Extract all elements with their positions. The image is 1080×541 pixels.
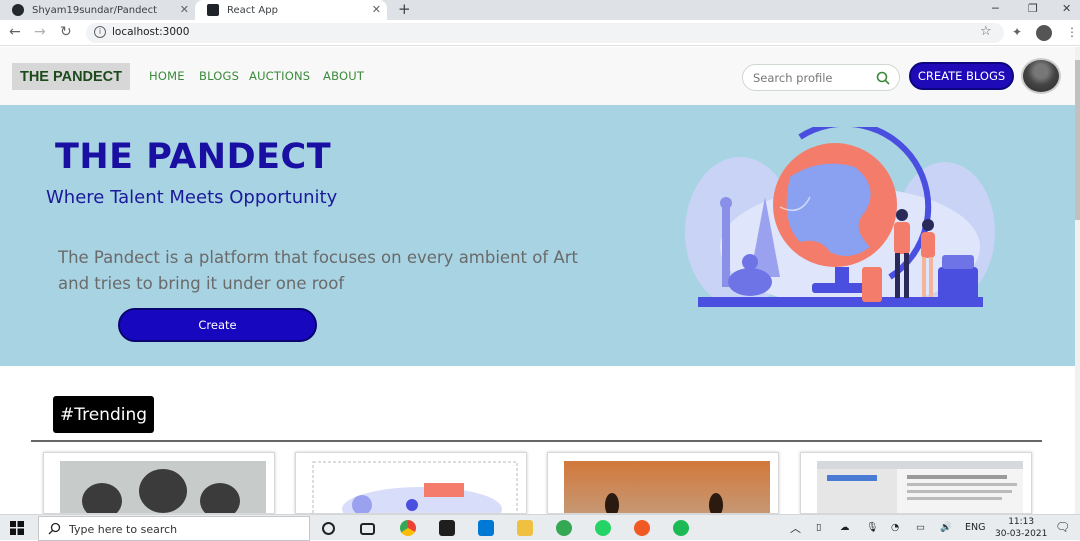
forward-icon[interactable]: →: [34, 24, 46, 40]
profile-search-input[interactable]: Search profile: [742, 64, 900, 91]
create-button[interactable]: Create: [118, 308, 317, 342]
nav-home[interactable]: HOME: [149, 69, 185, 83]
close-icon[interactable]: ✕: [372, 3, 381, 16]
notification-icon[interactable]: 🗨: [1055, 520, 1070, 534]
onedrive-icon[interactable]: ☁: [840, 522, 850, 533]
card-image: [564, 461, 770, 513]
close-icon[interactable]: ✕: [180, 3, 189, 16]
react-icon: [207, 4, 219, 16]
globe-travel-illustration: [685, 127, 995, 307]
bookmark-star-icon[interactable]: ☆: [980, 24, 992, 40]
wifi-icon[interactable]: ◔: [891, 522, 899, 533]
card-image: [312, 461, 518, 513]
nav-blogs[interactable]: BLOGS: [199, 69, 239, 83]
trending-card[interactable]: [43, 452, 275, 514]
file-explorer-icon[interactable]: [517, 520, 533, 536]
app-navbar: THE PANDECT HOME BLOGS AUCTIONS ABOUT Se…: [0, 47, 1075, 105]
address-bar[interactable]: i localhost:3000: [86, 23, 1004, 43]
window-close-icon[interactable]: ✕: [1062, 2, 1071, 15]
search-icon: [48, 522, 61, 535]
taskbar-search-placeholder: Type here to search: [69, 523, 178, 536]
trending-divider: [31, 440, 1042, 442]
hero-subtitle: Where Talent Meets Opportunity: [46, 187, 338, 208]
profile-avatar[interactable]: [1036, 25, 1052, 41]
user-avatar[interactable]: [1021, 58, 1061, 94]
menu-icon[interactable]: ⋮: [1066, 24, 1078, 40]
vscode-icon[interactable]: [478, 520, 494, 536]
nav-auctions[interactable]: AUCTIONS: [249, 69, 310, 83]
hero-description: The Pandect is a platform that focuses o…: [58, 248, 578, 293]
whatsapp-icon[interactable]: [595, 520, 611, 536]
trending-heading: #Trending: [53, 396, 154, 433]
tab-title: React App: [227, 4, 278, 16]
terminal-icon[interactable]: [439, 520, 455, 536]
card-image: [817, 461, 1023, 513]
trending-card[interactable]: [295, 452, 527, 514]
clock-date: 30-03-2021: [995, 529, 1048, 539]
task-view-icon[interactable]: [360, 523, 375, 535]
trending-card[interactable]: [547, 452, 779, 514]
nav-about[interactable]: ABOUT: [323, 69, 364, 83]
extensions-icon[interactable]: ✦: [1012, 24, 1022, 40]
info-icon[interactable]: i: [94, 26, 106, 38]
create-blogs-button[interactable]: CREATE BLOGS: [909, 62, 1014, 90]
maps-icon[interactable]: [556, 520, 572, 536]
back-icon[interactable]: ←: [9, 24, 21, 40]
windows-start-icon[interactable]: [10, 521, 24, 535]
github-icon: [12, 4, 24, 16]
trending-card[interactable]: [800, 452, 1032, 514]
tab-github[interactable]: Shyam19sundar/Pandect ✕: [0, 0, 195, 20]
postman-icon[interactable]: [634, 520, 650, 536]
language-indicator[interactable]: ENG: [965, 522, 985, 533]
microphone-icon[interactable]: 🎙: [866, 522, 878, 533]
clock-time: 11:13: [1008, 517, 1035, 527]
tab-react-app[interactable]: React App ✕: [195, 0, 387, 20]
chrome-icon[interactable]: [400, 520, 416, 536]
windows-taskbar: Type here to search ︿ ▯ ☁ 🎙 ◔ ▭ 🔊 ENG 11…: [0, 514, 1080, 541]
browser-toolbar: ← → ↻ i localhost:3000 ☆ ✦ ⋮: [0, 20, 1080, 46]
volume-icon[interactable]: 🔊: [940, 522, 952, 533]
taskbar-clock[interactable]: 11:13 30-03-2021: [995, 516, 1047, 540]
search-icon[interactable]: [876, 71, 890, 85]
brand-logo[interactable]: THE PANDECT: [12, 63, 130, 90]
new-tab-button[interactable]: +: [398, 0, 411, 18]
browser-tab-strip: Shyam19sundar/Pandect ✕ React App ✕ + ─ …: [0, 0, 1080, 20]
hero-title: THE PANDECT: [55, 137, 332, 177]
tab-title: Shyam19sundar/Pandect: [32, 4, 158, 16]
reload-icon[interactable]: ↻: [60, 24, 72, 40]
tray-device-icon[interactable]: ▯: [816, 522, 821, 533]
card-image: [60, 461, 266, 513]
cortana-icon[interactable]: [322, 522, 335, 535]
minimize-icon[interactable]: ─: [992, 2, 999, 15]
battery-icon[interactable]: ▭: [916, 522, 925, 533]
scrollbar-thumb[interactable]: [1075, 60, 1080, 220]
tray-chevron-icon[interactable]: ︿: [790, 520, 801, 536]
search-placeholder: Search profile: [753, 71, 833, 85]
hero-section: THE PANDECT Where Talent Meets Opportuni…: [0, 105, 1075, 366]
restore-icon[interactable]: ❐: [1028, 2, 1038, 15]
taskbar-search-input[interactable]: Type here to search: [38, 516, 310, 541]
url-text[interactable]: localhost:3000: [112, 26, 189, 38]
spotify-icon[interactable]: [673, 520, 689, 536]
